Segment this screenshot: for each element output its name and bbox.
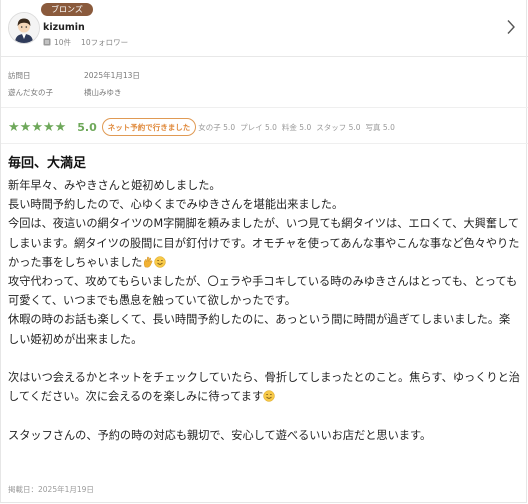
document-icon [43, 38, 51, 48]
overall-score: 5.0 [77, 120, 97, 134]
rank-badge: ブロンズ [41, 3, 93, 16]
subscore-price: 料金 5.0 [281, 122, 312, 132]
posted-date: 掲載日：2025年1月19日 [8, 485, 94, 494]
visit-date-label: 訪問日 [8, 71, 31, 80]
user-avatar-icon[interactable] [8, 12, 40, 44]
reviewer-header[interactable]: ブロンズ kizumin 10件 10フォロワー [1, 0, 528, 57]
follower-count: 10フォロワー [81, 38, 129, 47]
star-icon: ★ [42, 119, 55, 135]
review-text: 今回は、夜這いの網タイツのM字開脚を頼みましたが、いつ見ても網タイツは、エロくて… [8, 217, 520, 269]
user-stats: 10件 10フォロワー [43, 37, 128, 48]
girl-name[interactable]: 横山みゆき [84, 88, 122, 97]
star-rating: ★ ★ ★ ★ ★ [8, 121, 66, 134]
visit-date-value: 2025年1月13日 [84, 71, 140, 80]
review-paragraph: 攻守代わって、攻めてもらいましたが、〇ェラや手コキしている時のみゆきさんはとって… [8, 275, 518, 308]
username[interactable]: kizumin [43, 22, 85, 33]
smile-emoji [154, 255, 166, 268]
review-paragraph: 休暇の時のお話も楽しくて、長い時間予約したのに、あっという間に時間が過ぎてしまい… [8, 313, 511, 346]
visit-date-row: 訪問日 2025年1月13日 [8, 70, 140, 81]
review-title: 毎回、大満足 [8, 156, 87, 171]
girl-row: 遊んだ女の子 横山みゆき [8, 87, 122, 98]
star-icon: ★ [19, 119, 32, 135]
smile-emoji [263, 389, 275, 402]
subscore-photo: 写真 5.0 [365, 122, 395, 132]
star-icon: ★ [8, 119, 20, 135]
sub-scores: 女の子 5.0 プレイ 5.0 料金 5.0 スタッフ 5.0 写真 5.0 [198, 122, 395, 133]
review-paragraph: 長い時間予約したので、心ゆくまでみゆきさんを堪能出来ました。 [8, 198, 344, 212]
star-icon: ★ [54, 119, 67, 135]
divider [1, 107, 528, 108]
ok-hand-emoji [142, 255, 154, 268]
post-count: 10件 [54, 38, 72, 47]
subscore-play: プレイ 5.0 [240, 122, 277, 132]
star-icon: ★ [31, 119, 43, 135]
rating-row: ★ ★ ★ ★ ★ 5.0 ネット予約で行きました 女の子 5.0 プレイ 5.0 料金… [8, 118, 395, 136]
review-paragraph: 今回は、夜這いの網タイツのM字開脚を頼みましたが、いつ見ても網タイツは、エロくて… [8, 214, 520, 272]
review-body: 新年早々、みやきさんと姫初めしました。 長い時間予約したので、心ゆくまでみゆきさ… [8, 176, 520, 445]
chevron-right-icon[interactable] [506, 19, 516, 35]
review-paragraph: スタッフさんの、予約の時の対応も親切で、安心して遊べるいいお店だと思います。 [8, 428, 432, 442]
review-paragraph: 新年早々、みやきさんと姫初めしました。 [8, 179, 221, 192]
girl-label: 遊んだ女の子 [8, 88, 53, 97]
review-card: ブロンズ kizumin 10件 10フォロワー 訪問日 2025年1月13日 遊… [0, 0, 528, 503]
divider [1, 143, 528, 144]
review-paragraph: 次はいつ会えるかとネットをチェックしていたら、骨折してしまったとのこと。焦らす、… [8, 368, 520, 406]
subscore-staff: スタッフ 5.0 [316, 122, 361, 132]
subscore-girl: 女の子 5.0 [198, 122, 236, 132]
net-reservation-tag: ネット予約で行きました [101, 118, 197, 136]
